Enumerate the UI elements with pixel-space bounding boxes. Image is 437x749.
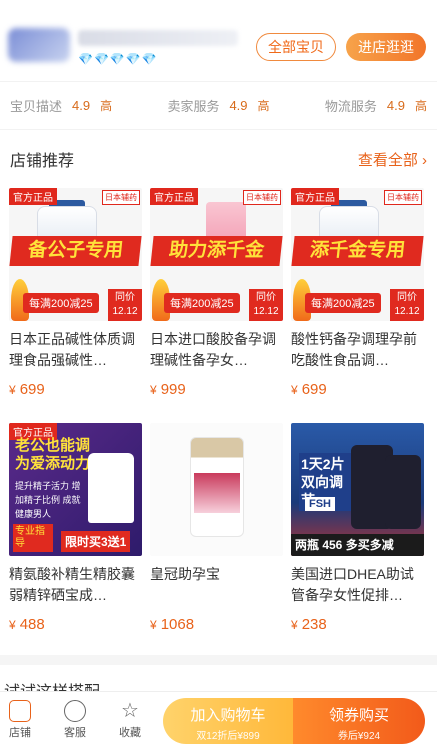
product-title[interactable]: 酸性钙备孕调理孕前吃酸性食品调…	[291, 329, 424, 371]
rating-logistics: 物流服务 4.9 高	[324, 98, 427, 114]
shop-icon	[9, 700, 31, 722]
shop-avatar[interactable]	[8, 28, 70, 62]
product-price: ¥1068	[150, 616, 195, 633]
product-card[interactable]: 官方正品 日本辅药 助力添千金 每满200减25 同价 12.12 日本进口酸胶…	[150, 188, 283, 423]
product-image[interactable]	[150, 423, 283, 556]
tab-favorite[interactable]: ☆ 收藏	[110, 700, 150, 740]
product-card[interactable]: 官方正品 日本辅药 添千金专用 每满200减25 同价 12.12 酸性钙备孕调…	[291, 188, 424, 423]
all-products-button[interactable]: 全部宝贝	[256, 33, 336, 61]
tab-customer-service[interactable]: 客服	[55, 700, 95, 740]
star-icon: ☆	[121, 700, 139, 722]
official-tag: 官方正品	[9, 188, 57, 205]
official-tag: 官方正品	[291, 188, 339, 205]
limited-offer-badge: 限时买3送1	[61, 531, 131, 552]
same-price-badge: 同价 12.12	[390, 289, 424, 321]
product-price: ¥999	[150, 381, 186, 398]
product-card[interactable]: 1天2片 双向调节 FSH 两瓶 456 多买多减 美国进口DHEA助试管备孕女…	[291, 423, 424, 658]
promo-badge: 每满200减25	[305, 293, 381, 313]
product-subtext: 提升精子活力 增加精子比例 成就健康男人	[15, 481, 81, 519]
promo-badge: 每满200减25	[164, 293, 240, 313]
product-title[interactable]: 精氨酸补精生精胶囊弱精锌硒宝成…	[9, 564, 142, 606]
product-card[interactable]: 官方正品 日本辅药 备公子专用 每满200减25 同价 12.12 日本正品碱性…	[9, 188, 142, 423]
section-divider	[0, 655, 437, 665]
tab-shop[interactable]: 店铺	[0, 700, 40, 740]
bottom-tabbar: 店铺 客服 ☆ 收藏 加入购物车 双12折后¥899 领券购买 券后¥924	[0, 691, 437, 749]
product-image[interactable]: 官方正品 老公也能调 为爱添动力 提升精子活力 增加精子比例 成就健康男人 专业…	[9, 423, 142, 556]
origin-tag: 日本辅药	[384, 190, 422, 205]
official-tag: 官方正品	[150, 188, 198, 205]
same-price-badge: 同价 12.12	[249, 289, 283, 321]
product-title[interactable]: 美国进口DHEA助试管备孕女性促排…	[291, 564, 424, 606]
origin-tag: 日本辅药	[102, 190, 140, 205]
product-headline: 老公也能调 为爱添动力	[15, 437, 91, 472]
diamond-rating-icon: 💎💎💎💎💎	[78, 52, 158, 66]
product-title[interactable]: 皇冠助孕宝	[150, 564, 283, 606]
buy-with-coupon-button[interactable]: 领券购买 券后¥924	[293, 698, 425, 744]
product-grid: 官方正品 日本辅药 备公子专用 每满200减25 同价 12.12 日本正品碱性…	[0, 188, 437, 658]
shop-ratings: 宝贝描述 4.9 高 卖家服务 4.9 高 物流服务 4.9 高	[0, 82, 437, 130]
product-image[interactable]: 官方正品 日本辅药 备公子专用 每满200减25 同价 12.12	[9, 188, 142, 321]
special-badge: 专业指导	[13, 524, 53, 552]
product-banner: 助力添千金	[150, 236, 283, 266]
shop-name	[78, 30, 238, 46]
product-card[interactable]: 官方正品 老公也能调 为爱添动力 提升精子活力 增加精子比例 成就健康男人 专业…	[9, 423, 142, 658]
chat-icon	[64, 700, 86, 722]
recommend-header: 店铺推荐 查看全部 ›	[0, 130, 437, 188]
rating-service: 卖家服务 4.9 高	[167, 98, 270, 114]
recommend-title: 店铺推荐	[10, 153, 75, 170]
visit-shop-button[interactable]: 进店逛逛	[346, 33, 426, 61]
product-banner: 添千金专用	[291, 236, 424, 266]
product-footer: 两瓶 456 多买多减	[291, 534, 424, 556]
product-price: ¥699	[291, 381, 327, 398]
product-title[interactable]: 日本正品碱性体质调理食品强碱性…	[9, 329, 142, 371]
try-combo-title: 试试这样搭配	[4, 678, 100, 692]
product-image[interactable]: 1天2片 双向调节 FSH 两瓶 456 多买多减	[291, 423, 424, 556]
origin-tag: 日本辅药	[243, 190, 281, 205]
product-card[interactable]: 皇冠助孕宝 ¥1068	[150, 423, 283, 658]
product-image[interactable]: 官方正品 日本辅药 添千金专用 每满200减25 同价 12.12	[291, 188, 424, 321]
add-to-cart-button[interactable]: 加入购物车 双12折后¥899	[163, 698, 293, 744]
same-price-badge: 同价 12.12	[108, 289, 142, 321]
fsh-badge: FSH	[305, 497, 335, 511]
see-all-link[interactable]: 查看全部 ›	[358, 149, 427, 170]
product-price: ¥488	[9, 616, 45, 633]
product-price: ¥238	[291, 616, 327, 633]
product-banner: 备公子专用	[9, 236, 142, 266]
product-price: ¥699	[9, 381, 45, 398]
product-title[interactable]: 日本进口酸胶备孕调理碱性备孕女…	[150, 329, 283, 371]
promo-badge: 每满200减25	[23, 293, 99, 313]
rating-description: 宝贝描述 4.9 高	[10, 98, 113, 114]
product-image[interactable]: 官方正品 日本辅药 助力添千金 每满200减25 同价 12.12	[150, 188, 283, 321]
shop-header: 💎💎💎💎💎 全部宝贝 进店逛逛	[0, 0, 437, 82]
